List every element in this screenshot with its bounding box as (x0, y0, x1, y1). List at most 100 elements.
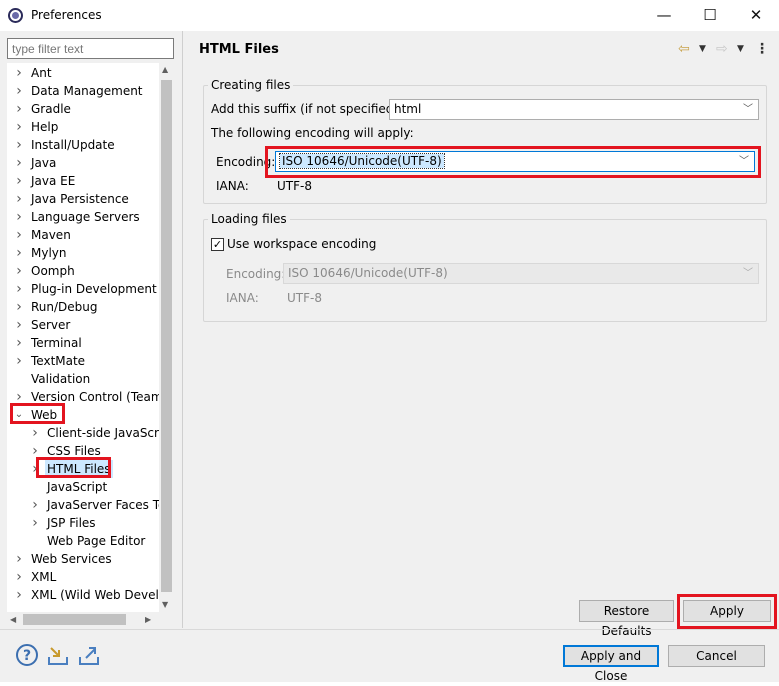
back-arrow-icon[interactable]: ⇦ (678, 40, 690, 58)
tree-item[interactable]: › Plug-in Development (7, 280, 167, 298)
creating-encoding-combo[interactable]: ISO 10646/Unicode(UTF-8) ﹀ (275, 151, 755, 172)
chevron-right-icon[interactable]: › (12, 208, 26, 226)
minimize-button[interactable]: — (641, 0, 687, 31)
chevron-right-icon[interactable]: › (28, 496, 42, 514)
suffix-combo[interactable]: html ﹀ (389, 99, 759, 120)
chevron-right-icon[interactable]: › (12, 316, 26, 334)
apply-and-close-button[interactable]: Apply and Close (563, 645, 659, 683)
chevron-right-icon[interactable]: › (12, 568, 26, 586)
tree-item[interactable]: › Web Services (7, 550, 167, 568)
tree-item-label: JSP Files (47, 516, 96, 530)
chevron-down-icon[interactable]: ⌄ (12, 406, 26, 424)
export-icon[interactable] (77, 643, 101, 667)
tree-item[interactable]: › Ant (7, 64, 167, 82)
scroll-up-arrow-icon[interactable]: ▲ (162, 65, 168, 74)
import-icon[interactable] (46, 643, 70, 667)
chevron-right-icon[interactable]: › (28, 442, 42, 460)
tree-item[interactable]: › Version Control (Team) (7, 388, 167, 406)
tree-item-label: Web Services (31, 552, 112, 566)
tree-horizontal-scroll-thumb[interactable] (23, 614, 126, 625)
chevron-right-icon[interactable]: › (28, 460, 42, 478)
tree-item-label: Language Servers (31, 210, 140, 224)
chevron-right-icon[interactable]: › (12, 280, 26, 298)
tree-item[interactable]: › CSS Files (7, 442, 167, 460)
forward-arrow-icon[interactable]: ⇨ (716, 40, 728, 58)
tree-item[interactable]: ⌄ Web (7, 406, 167, 424)
use-workspace-encoding-checkbox[interactable]: ✓ (211, 238, 224, 251)
tree-item[interactable]: › Java EE (7, 172, 167, 190)
tree-item[interactable]: › Maven (7, 226, 167, 244)
tree-item[interactable]: › Server (7, 316, 167, 334)
chevron-right-icon[interactable]: › (12, 100, 26, 118)
tree-item-label: Plug-in Development (31, 282, 157, 296)
view-menu-icon[interactable]: ⋮ (755, 40, 769, 58)
preference-tree: › Ant › Data Management › Gradle › Help › Install… (7, 63, 174, 614)
maximize-button[interactable]: ☐ (687, 0, 733, 31)
tree-item-label: Server (31, 318, 71, 332)
creating-iana-label: IANA: (216, 179, 249, 193)
scroll-right-arrow-icon[interactable]: ▶ (145, 615, 151, 624)
tree-item[interactable]: › Java (7, 154, 167, 172)
chevron-right-icon[interactable]: › (28, 424, 42, 442)
forward-menu-chevron-down-icon[interactable]: ▼ (737, 40, 744, 58)
tree-item[interactable]: › Oomph (7, 262, 167, 280)
close-button[interactable]: ✕ (733, 0, 779, 31)
tree-item[interactable]: › Install/Update (7, 136, 167, 154)
chevron-right-icon[interactable]: › (12, 388, 26, 406)
tree-item[interactable]: › Mylyn (7, 244, 167, 262)
chevron-right-icon[interactable]: › (12, 172, 26, 190)
tree-item[interactable]: JavaScript (7, 478, 167, 496)
tree-item[interactable]: › Client-side JavaScript (7, 424, 174, 442)
tree-item[interactable]: › Data Management (7, 82, 167, 100)
tree-item-label: HTML Files (45, 460, 113, 478)
chevron-right-icon[interactable]: › (12, 190, 26, 208)
chevron-right-icon[interactable]: › (12, 226, 26, 244)
chevron-right-icon[interactable]: › (28, 514, 42, 532)
tree-item[interactable]: › Help (7, 118, 167, 136)
chevron-right-icon[interactable]: › (12, 136, 26, 154)
tree-vertical-scroll-thumb[interactable] (161, 80, 172, 592)
chevron-right-icon[interactable]: › (12, 334, 26, 352)
apply-button[interactable]: Apply (683, 600, 771, 622)
help-icon[interactable]: ? (15, 643, 39, 667)
tree-item[interactable]: › XML (7, 568, 167, 586)
tree-item-label: Gradle (31, 102, 71, 116)
chevron-right-icon[interactable]: › (12, 298, 26, 316)
tree-item-label: Client-side JavaScript (47, 426, 174, 440)
restore-defaults-button[interactable]: Restore Defaults (579, 600, 674, 638)
tree-item[interactable]: › TextMate (7, 352, 167, 370)
chevron-right-icon[interactable]: › (12, 244, 26, 262)
tree-item[interactable]: › Terminal (7, 334, 167, 352)
chevron-right-icon[interactable]: › (12, 352, 26, 370)
footer-divider (0, 629, 779, 630)
tree-item[interactable]: › HTML Files (7, 460, 167, 478)
chevron-right-icon[interactable]: › (12, 586, 26, 604)
tree-item[interactable]: › JavaServer Faces Tools (7, 496, 174, 514)
chevron-right-icon[interactable]: › (12, 262, 26, 280)
tree-item[interactable]: › XML (Wild Web Developer) (7, 586, 174, 604)
scroll-left-arrow-icon[interactable]: ◀ (10, 615, 16, 624)
tree-item[interactable]: Web Page Editor (7, 532, 167, 550)
chevron-right-icon[interactable]: › (12, 118, 26, 136)
creating-encoding-value: ISO 10646/Unicode(UTF-8) (279, 153, 445, 169)
chevron-right-icon[interactable]: › (12, 64, 26, 82)
tree-item[interactable]: › Gradle (7, 100, 167, 118)
cancel-button[interactable]: Cancel (668, 645, 765, 667)
scroll-down-arrow-icon[interactable]: ▼ (162, 600, 168, 609)
chevron-right-icon[interactable]: › (12, 82, 26, 100)
tree-item[interactable]: › Language Servers (7, 208, 167, 226)
filter-input[interactable] (7, 38, 174, 59)
page-title: HTML Files (199, 42, 279, 57)
encoding-note-label: The following encoding will apply: (211, 126, 414, 140)
tree-item-label: Data Management (31, 84, 143, 98)
tree-item[interactable]: › JSP Files (7, 514, 167, 532)
back-menu-chevron-down-icon[interactable]: ▼ (699, 40, 706, 58)
tree-item[interactable]: › Run/Debug (7, 298, 167, 316)
splitter-sash[interactable] (182, 31, 183, 628)
tree-item-label: Java EE (31, 174, 76, 188)
tree-item[interactable]: › Java Persistence (7, 190, 167, 208)
chevron-down-icon: ﹀ (739, 156, 749, 167)
chevron-right-icon[interactable]: › (12, 154, 26, 172)
chevron-right-icon[interactable]: › (12, 550, 26, 568)
tree-item[interactable]: Validation (7, 370, 167, 388)
